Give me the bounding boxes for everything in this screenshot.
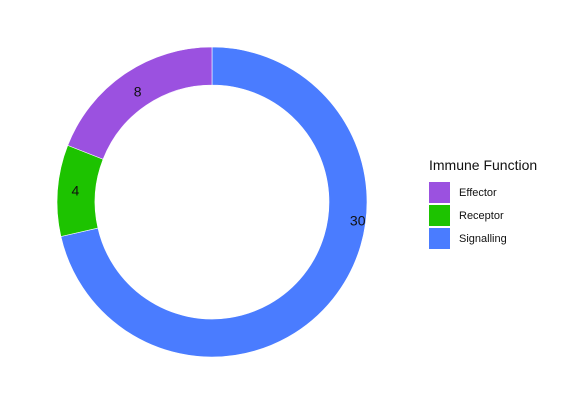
slice-receptor (56, 144, 104, 237)
legend-item-receptor: Receptor (429, 204, 537, 227)
legend-swatch-receptor (429, 205, 450, 226)
slice-effector (67, 46, 213, 160)
slice-label-signalling: 30 (350, 212, 366, 228)
slice-label-effector: 8 (134, 84, 142, 100)
legend-label-effector: Effector (459, 186, 497, 199)
legend: Immune Function Effector Receptor Signal… (429, 157, 537, 250)
donut-slices (56, 46, 368, 358)
legend-item-effector: Effector (429, 181, 537, 204)
legend-swatch-effector (429, 182, 450, 203)
legend-label-receptor: Receptor (459, 209, 504, 222)
legend-item-signalling: Signalling (429, 227, 537, 250)
legend-label-signalling: Signalling (459, 232, 507, 245)
slice-label-receptor: 4 (72, 183, 80, 199)
legend-title: Immune Function (429, 157, 538, 173)
legend-swatch-signalling (429, 228, 450, 249)
